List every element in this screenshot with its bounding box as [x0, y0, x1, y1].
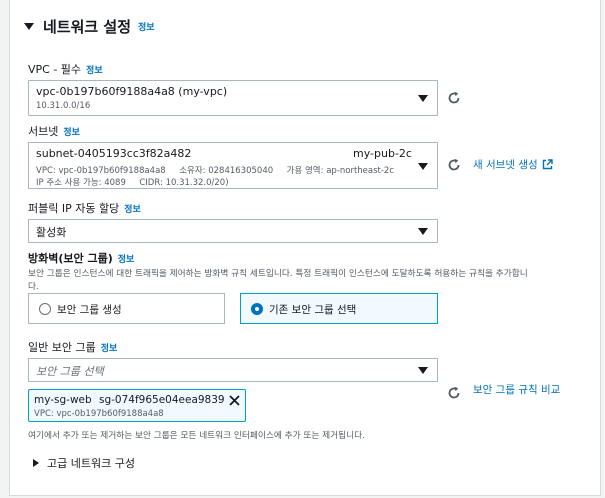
subnet-select[interactable]: subnet-0405193cc3f82a482 my-pub-2c VPC: … — [28, 142, 438, 189]
compare-sg-rules-link[interactable]: 보안 그룹 규칙 비교 — [473, 382, 560, 397]
dropdown-caret-icon — [418, 228, 428, 235]
public-ip-select-value: 활성화 — [36, 226, 67, 239]
subnet-label-row: 서브넷 정보 — [28, 123, 80, 139]
select-existing-security-group-option[interactable]: 기존 보안 그룹 선택 — [240, 293, 438, 324]
common-sg-info-link[interactable]: 정보 — [101, 341, 118, 354]
external-link-icon — [542, 159, 553, 170]
radio-unselected[interactable] — [39, 303, 51, 315]
create-subnet-label: 새 서브넷 생성 — [473, 159, 538, 171]
close-icon[interactable] — [229, 395, 240, 406]
token-sg-id: sg-074f965e04eea9839 — [99, 394, 225, 406]
subnet-name: my-pub-2c — [353, 147, 412, 160]
caret-right-icon — [33, 459, 39, 467]
select-existing-security-group-label: 기존 보안 그룹 선택 — [269, 304, 357, 316]
firewall-label: 방화벽(보안 그룹) — [28, 252, 113, 265]
security-group-select[interactable]: 보안 그룹 선택 — [28, 358, 438, 382]
refresh-icon[interactable] — [447, 91, 461, 105]
token-sg-name: my-sg-web — [34, 394, 92, 406]
create-security-group-label: 보안 그룹 생성 — [57, 304, 122, 316]
public-ip-label: 퍼블릭 IP 자동 할당 — [28, 202, 120, 215]
public-ip-info-link[interactable]: 정보 — [124, 202, 141, 215]
section-header[interactable]: 네트워크 설정 정보 — [24, 14, 155, 38]
vpc-label-row: VPC - 필수 정보 — [28, 61, 103, 77]
subnet-detail-line: IP 주소 사용 가능: 4089 CIDR: 10.31.32.0/20) — [36, 178, 229, 188]
vpc-cidr: 10.31.0.0/16 — [36, 101, 91, 111]
info-link[interactable]: 정보 — [138, 20, 155, 33]
firewall-description: 보안 그룹은 인스턴스에 대한 트래픽을 제어하는 방화벽 규칙 세트입니다. … — [28, 269, 528, 279]
vpc-select-value: vpc-0b197b60f9188a4a8 (my-vpc) — [36, 85, 228, 98]
refresh-icon[interactable] — [447, 386, 461, 400]
subnet-label: 서브넷 — [28, 125, 59, 138]
firewall-label-row: 방화벽(보안 그룹) 정보 — [28, 250, 134, 266]
advanced-network-config-toggle[interactable]: 고급 네트워크 구성 — [33, 455, 135, 471]
vpc-info-link[interactable]: 정보 — [86, 63, 103, 76]
vpc-select[interactable]: vpc-0b197b60f9188a4a8 (my-vpc) 10.31.0.0… — [28, 80, 438, 116]
create-security-group-option[interactable]: 보안 그룹 생성 — [28, 293, 225, 324]
token-sg-vpc: VPC: vpc-0b197b60f9188a4a8 — [34, 409, 164, 419]
radio-selected[interactable] — [251, 303, 263, 315]
firewall-description: 다. — [28, 282, 39, 292]
common-sg-label-row: 일반 보안 그룹 정보 — [28, 339, 117, 355]
public-ip-select[interactable]: 활성화 — [28, 219, 438, 243]
vpc-label: VPC - 필수 — [28, 63, 82, 76]
firewall-info-link[interactable]: 정보 — [118, 252, 135, 265]
subnet-select-value: subnet-0405193cc3f82a482 — [36, 147, 192, 160]
dropdown-caret-icon — [418, 95, 428, 102]
subnet-detail-line: VPC: vpc-0b197b60f9188a4a8 소유자: 02841630… — [36, 166, 395, 176]
dropdown-caret-icon — [418, 367, 428, 374]
create-subnet-link[interactable]: 새 서브넷 생성 — [473, 157, 553, 172]
caret-down-icon — [24, 22, 34, 30]
network-settings-panel: 네트워크 설정 정보 VPC - 필수 정보 vpc-0b197b60f9188… — [9, 0, 601, 496]
public-ip-label-row: 퍼블릭 IP 자동 할당 정보 — [28, 200, 141, 216]
refresh-icon[interactable] — [447, 158, 461, 172]
security-group-placeholder: 보안 그룹 선택 — [36, 365, 104, 378]
security-group-token: my-sg-web sg-074f965e04eea9839 VPC: vpc-… — [28, 389, 246, 422]
subnet-info-link[interactable]: 정보 — [63, 125, 80, 138]
section-title: 네트워크 설정 — [43, 17, 132, 36]
advanced-network-config-label: 고급 네트워크 구성 — [47, 457, 135, 470]
common-sg-label: 일반 보안 그룹 — [28, 341, 96, 354]
security-group-hint: 여기에서 추가 또는 제거하는 보안 그룹은 모든 네트워크 인터페이스에 추가… — [28, 431, 365, 441]
dropdown-caret-icon — [418, 163, 428, 170]
